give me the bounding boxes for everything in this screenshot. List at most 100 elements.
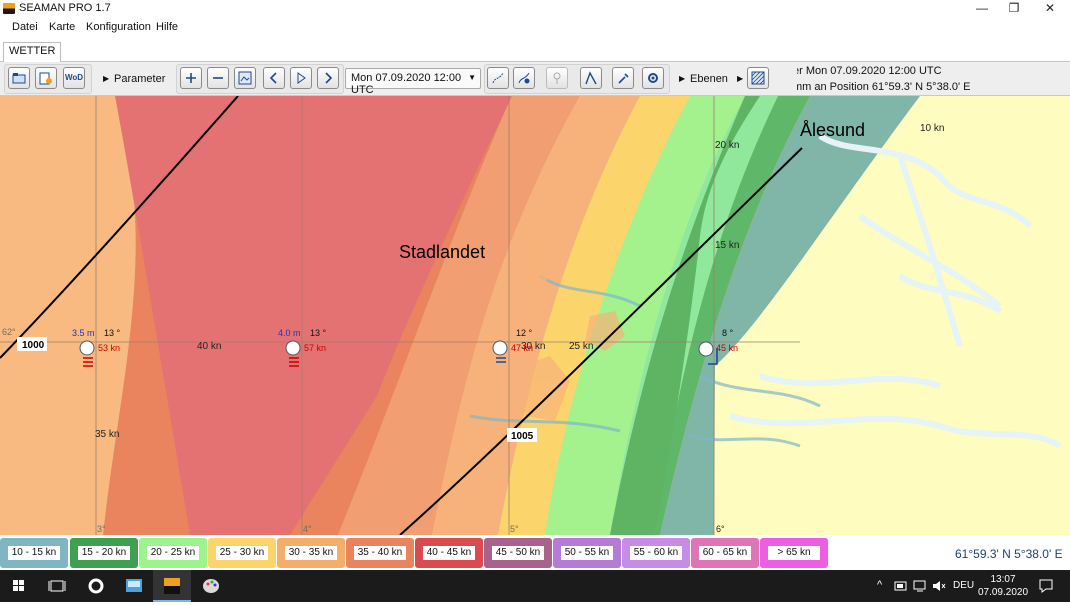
legend-item[interactable]: 20 - 25 kn xyxy=(139,538,207,568)
previous-time-button[interactable] xyxy=(263,67,285,89)
legend-label: 20 - 25 kn xyxy=(147,546,199,560)
wind-legend: 10 - 15 kn 15 - 20 kn 20 - 25 kn 25 - 30… xyxy=(0,535,1070,570)
legend-item[interactable]: > 65 kn xyxy=(760,538,828,568)
route-button[interactable] xyxy=(487,67,509,89)
clock[interactable]: 13:07 07.09.2020 xyxy=(968,573,1038,599)
time-select[interactable]: Mon 07.09.2020 12:00 UTC ▼ xyxy=(345,68,481,96)
legend-label: 30 - 35 kn xyxy=(285,546,337,560)
map-extent-button[interactable] xyxy=(234,67,256,89)
task-view-button[interactable] xyxy=(38,570,76,602)
time-select-value: Mon 07.09.2020 12:00 UTC xyxy=(351,72,462,96)
map-canvas[interactable]: 1000 1005 Ålesund Stadlandet 10 kn 20 kn… xyxy=(0,96,1070,535)
network-icon[interactable] xyxy=(913,579,927,593)
download-weather-button[interactable] xyxy=(35,67,57,89)
expand-layers-icon[interactable]: ▶ xyxy=(737,74,743,83)
wind-speed-label: 57 kn xyxy=(304,343,326,353)
contour-label-10kn: 10 kn xyxy=(920,123,944,134)
cross-section-button[interactable] xyxy=(580,67,602,89)
windows-start-button[interactable] xyxy=(0,570,38,602)
battery-icon[interactable] xyxy=(894,580,908,592)
parameter-label[interactable]: Parameter xyxy=(114,73,165,85)
menu-bar: Datei Karte Konfiguration Hilfe xyxy=(0,18,1070,38)
close-button[interactable]: ✕ xyxy=(1033,0,1067,18)
legend-item[interactable]: 50 - 55 kn xyxy=(553,538,621,568)
contour-label-15kn: 15 kn xyxy=(715,240,739,251)
legend-item[interactable]: 10 - 15 kn xyxy=(0,538,68,568)
wind-speed-label: 47 kn xyxy=(511,343,533,353)
minimize-button[interactable]: — xyxy=(965,0,999,18)
legend-item[interactable]: 55 - 60 kn xyxy=(622,538,690,568)
app-taskbar-button[interactable] xyxy=(115,570,153,602)
menu-konfiguration[interactable]: Konfiguration xyxy=(86,21,151,33)
settings-taskbar-button[interactable] xyxy=(77,570,115,602)
legend-item[interactable]: 45 - 50 kn xyxy=(484,538,552,568)
grid-label-3e: 3° xyxy=(97,524,106,534)
task-view-icon xyxy=(48,580,66,592)
weather-map[interactable]: 1000 1005 Ålesund Stadlandet 10 kn 20 kn… xyxy=(0,96,1070,535)
wave-height-label: 3.5 m xyxy=(72,328,95,338)
gear-icon xyxy=(88,578,104,594)
route-settings-button[interactable] xyxy=(513,67,535,89)
tab-row: WETTER xyxy=(0,40,1070,62)
seaman-taskbar-button[interactable] xyxy=(153,570,191,602)
temperature-label: 13 ° xyxy=(310,328,327,338)
wind-speed-label: 53 kn xyxy=(98,343,120,353)
tide-button[interactable] xyxy=(546,67,568,89)
seaman-app-icon xyxy=(164,578,180,594)
wod-button[interactable]: WoD xyxy=(63,67,85,89)
expand-parameter-icon[interactable]: ▶ xyxy=(103,74,109,83)
contour-label-25kn: 25 kn xyxy=(569,341,593,352)
folder-icon xyxy=(12,73,26,84)
legend-label: 55 - 60 kn xyxy=(630,546,682,560)
legend-item[interactable]: 15 - 20 kn xyxy=(70,538,138,568)
legend-item[interactable]: 60 - 65 kn xyxy=(691,538,759,568)
zoom-in-button[interactable] xyxy=(180,67,202,89)
grid-icon xyxy=(751,71,765,85)
minus-icon xyxy=(213,77,223,79)
legend-label: 40 - 45 kn xyxy=(423,546,475,560)
expand-ebenen-icon[interactable]: ▶ xyxy=(679,74,685,83)
volume-muted-icon[interactable] xyxy=(932,579,946,593)
window-title: SEAMAN PRO 1.7 xyxy=(19,2,111,14)
wrench-icon xyxy=(618,73,629,84)
place-alesund: Ålesund xyxy=(800,120,865,140)
contour-label-40kn: 40 kn xyxy=(197,341,221,352)
legend-item[interactable]: 30 - 35 kn xyxy=(277,538,345,568)
palette-icon xyxy=(203,579,219,593)
menu-karte[interactable]: Karte xyxy=(49,21,75,33)
play-button[interactable] xyxy=(290,67,312,89)
legend-label: 10 - 15 kn xyxy=(8,546,60,560)
ebenen-label[interactable]: Ebenen xyxy=(690,73,728,85)
map-icon xyxy=(238,71,252,85)
weather-cloud-icon xyxy=(492,340,508,356)
tray-expand-icon[interactable]: ^ xyxy=(877,579,882,591)
legend-item[interactable]: 25 - 30 kn xyxy=(208,538,276,568)
weather-cloud-icon xyxy=(698,341,714,357)
tools-button[interactable] xyxy=(612,67,634,89)
menu-datei[interactable]: Datei xyxy=(12,21,38,33)
open-weather-button[interactable] xyxy=(8,67,30,89)
info-position: mm an Position 61°59.3' N 5°38.0' E xyxy=(797,81,971,93)
restore-button[interactable]: ❐ xyxy=(997,0,1031,18)
grid-label-4e: 4° xyxy=(303,524,312,534)
legend-label: 50 - 55 kn xyxy=(561,546,613,560)
tab-wetter[interactable]: WETTER xyxy=(3,42,62,62)
menu-hilfe[interactable]: Hilfe xyxy=(156,21,178,33)
settings-button[interactable] xyxy=(642,67,664,89)
legend-item[interactable]: 35 - 40 kn xyxy=(346,538,414,568)
window-app-icon xyxy=(126,579,142,592)
legend-label: 45 - 50 kn xyxy=(492,546,544,560)
paint-taskbar-button[interactable] xyxy=(192,570,230,602)
legend-label: 15 - 20 kn xyxy=(78,546,130,560)
wave-height-label: 4.0 m xyxy=(278,328,301,338)
isobar-label-1000: 1000 xyxy=(22,340,45,351)
next-time-button[interactable] xyxy=(317,67,339,89)
title-bar: SEAMAN PRO 1.7 — ❐ ✕ xyxy=(0,0,1070,18)
info-time: er Mon 07.09.2020 12:00 UTC xyxy=(797,65,942,77)
zoom-out-button[interactable] xyxy=(207,67,229,89)
weather-cloud-icon xyxy=(79,340,95,356)
notifications-icon[interactable] xyxy=(1038,578,1054,594)
contour-label-35kn: 35 kn xyxy=(95,429,119,440)
layer-grid-button[interactable] xyxy=(747,67,769,89)
legend-item[interactable]: 40 - 45 kn xyxy=(415,538,483,568)
